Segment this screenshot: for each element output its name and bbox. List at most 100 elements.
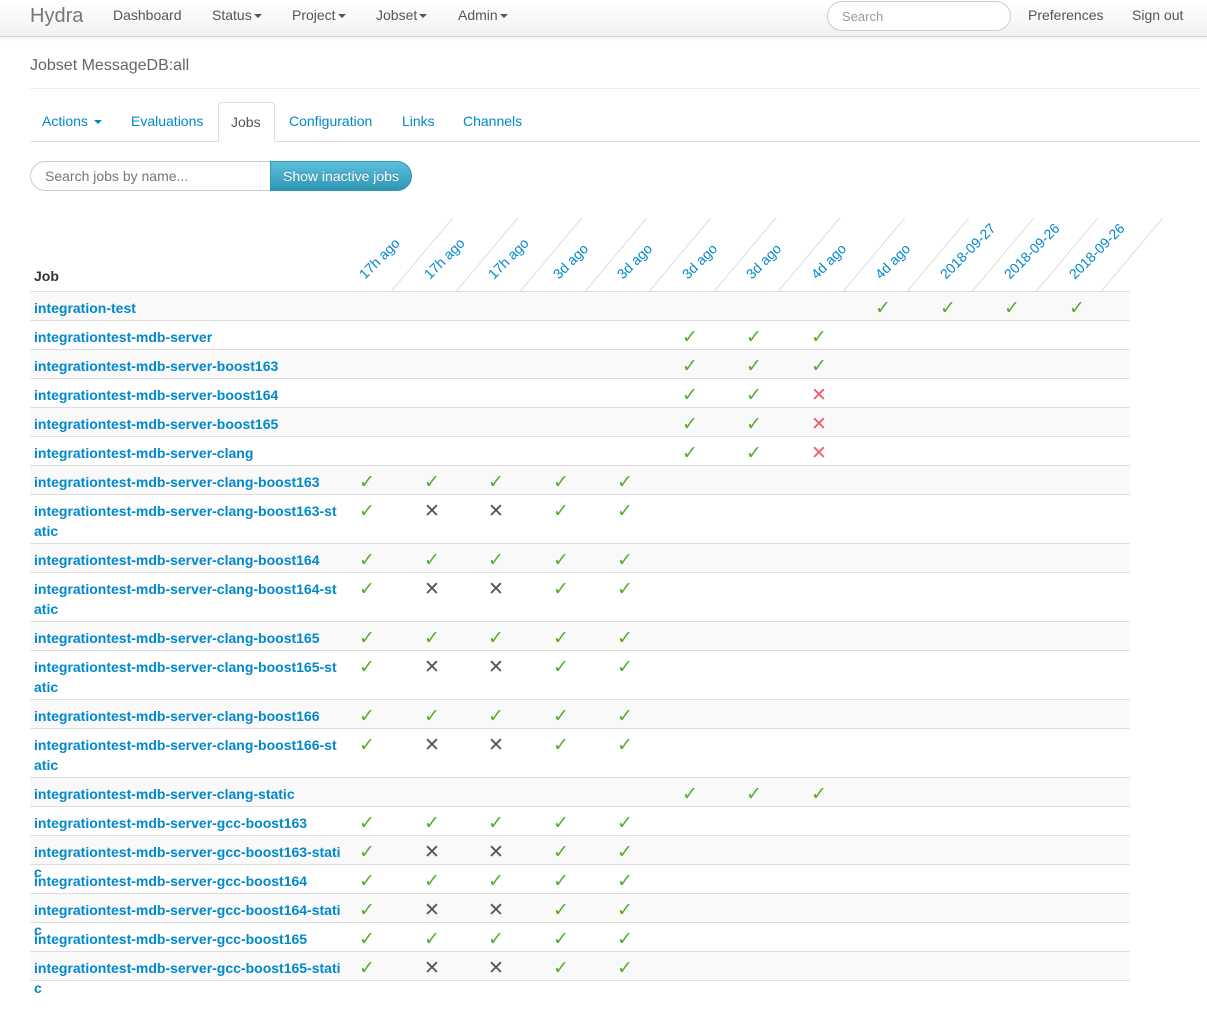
check-icon[interactable]: ✓ xyxy=(355,549,379,571)
nav-admin[interactable]: Admin xyxy=(458,7,508,23)
evaluation-link[interactable]: 17h ago xyxy=(421,235,468,282)
check-icon[interactable]: ✓ xyxy=(420,870,444,892)
show-inactive-jobs-button[interactable]: Show inactive jobs xyxy=(270,161,412,191)
check-icon[interactable]: ✓ xyxy=(613,500,637,522)
signout-link[interactable]: Sign out xyxy=(1132,7,1183,23)
check-icon[interactable]: ✓ xyxy=(678,413,702,435)
job-name-link[interactable]: integrationtest-mdb-server-clang xyxy=(34,443,344,463)
cross-icon[interactable]: ✕ xyxy=(420,899,444,921)
cross-icon[interactable]: ✕ xyxy=(484,578,508,600)
check-icon[interactable]: ✓ xyxy=(549,627,573,649)
job-name-link[interactable]: integration-test xyxy=(34,298,344,318)
evaluation-link[interactable]: 3d ago xyxy=(614,240,656,282)
check-icon[interactable]: ✓ xyxy=(613,870,637,892)
check-icon[interactable]: ✓ xyxy=(355,578,379,600)
check-icon[interactable]: ✓ xyxy=(678,442,702,464)
check-icon[interactable]: ✓ xyxy=(549,734,573,756)
job-name-link[interactable]: integrationtest-mdb-server-clang-boost16… xyxy=(34,706,344,726)
check-icon[interactable]: ✓ xyxy=(355,928,379,950)
check-icon[interactable]: ✓ xyxy=(871,297,895,319)
tab-actions[interactable]: Actions xyxy=(30,102,114,141)
check-icon[interactable]: ✓ xyxy=(355,500,379,522)
cross-icon[interactable]: ✕ xyxy=(420,656,444,678)
check-icon[interactable]: ✓ xyxy=(484,705,508,727)
job-name-link[interactable]: integrationtest-mdb-server-clang-boost16… xyxy=(34,550,344,570)
evaluation-link[interactable]: 17h ago xyxy=(485,235,532,282)
check-icon[interactable]: ✓ xyxy=(613,549,637,571)
check-icon[interactable]: ✓ xyxy=(613,705,637,727)
check-icon[interactable]: ✓ xyxy=(742,442,766,464)
check-icon[interactable]: ✓ xyxy=(549,500,573,522)
check-icon[interactable]: ✓ xyxy=(613,957,637,979)
check-icon[interactable]: ✓ xyxy=(742,326,766,348)
check-icon[interactable]: ✓ xyxy=(678,355,702,377)
cross-icon[interactable]: ✕ xyxy=(420,500,444,522)
check-icon[interactable]: ✓ xyxy=(1065,297,1089,319)
check-icon[interactable]: ✓ xyxy=(613,928,637,950)
check-icon[interactable]: ✓ xyxy=(355,812,379,834)
evaluation-link[interactable]: 4d ago xyxy=(872,240,914,282)
check-icon[interactable]: ✓ xyxy=(1000,297,1024,319)
job-name-link[interactable]: integrationtest-mdb-server-gcc-boost165-… xyxy=(34,958,344,998)
check-icon[interactable]: ✓ xyxy=(549,705,573,727)
evaluation-link[interactable]: 3d ago xyxy=(743,240,785,282)
cross-icon[interactable]: ✕ xyxy=(484,841,508,863)
job-name-link[interactable]: integrationtest-mdb-server-gcc-boost163 xyxy=(34,813,344,833)
check-icon[interactable]: ✓ xyxy=(678,326,702,348)
check-icon[interactable]: ✓ xyxy=(678,783,702,805)
check-icon[interactable]: ✓ xyxy=(613,627,637,649)
check-icon[interactable]: ✓ xyxy=(355,899,379,921)
check-icon[interactable]: ✓ xyxy=(549,578,573,600)
red-cross-icon[interactable]: ✕ xyxy=(807,442,831,464)
red-cross-icon[interactable]: ✕ xyxy=(807,413,831,435)
check-icon[interactable]: ✓ xyxy=(549,870,573,892)
check-icon[interactable]: ✓ xyxy=(355,957,379,979)
check-icon[interactable]: ✓ xyxy=(613,812,637,834)
check-icon[interactable]: ✓ xyxy=(807,326,831,348)
cross-icon[interactable]: ✕ xyxy=(420,578,444,600)
job-name-link[interactable]: integrationtest-mdb-server-boost164 xyxy=(34,385,344,405)
check-icon[interactable]: ✓ xyxy=(807,355,831,377)
check-icon[interactable]: ✓ xyxy=(549,471,573,493)
preferences-link[interactable]: Preferences xyxy=(1028,7,1103,23)
cross-icon[interactable]: ✕ xyxy=(484,734,508,756)
job-name-link[interactable]: integrationtest-mdb-server-clang-boost16… xyxy=(34,657,344,697)
brand-logo[interactable]: Hydra xyxy=(30,5,83,28)
check-icon[interactable]: ✓ xyxy=(484,812,508,834)
job-name-link[interactable]: integrationtest-mdb-server-clang-boost16… xyxy=(34,472,344,492)
tab-links[interactable]: Links xyxy=(390,102,447,141)
evaluation-link[interactable]: 3d ago xyxy=(679,240,721,282)
nav-dashboard[interactable]: Dashboard xyxy=(113,7,182,23)
check-icon[interactable]: ✓ xyxy=(420,928,444,950)
check-icon[interactable]: ✓ xyxy=(613,656,637,678)
job-name-link[interactable]: integrationtest-mdb-server-clang-boost16… xyxy=(34,628,344,648)
evaluation-link[interactable]: 3d ago xyxy=(550,240,592,282)
evaluation-link[interactable]: 2018-09-26 xyxy=(1001,220,1063,282)
tab-jobs[interactable]: Jobs xyxy=(218,102,275,142)
check-icon[interactable]: ✓ xyxy=(420,549,444,571)
check-icon[interactable]: ✓ xyxy=(355,471,379,493)
nav-project[interactable]: Project xyxy=(292,7,346,23)
job-name-link[interactable]: integrationtest-mdb-server-clang-boost16… xyxy=(34,735,344,775)
job-name-link[interactable]: integrationtest-mdb-server-boost165 xyxy=(34,414,344,434)
check-icon[interactable]: ✓ xyxy=(742,384,766,406)
nav-jobset[interactable]: Jobset xyxy=(376,7,428,23)
check-icon[interactable]: ✓ xyxy=(420,627,444,649)
check-icon[interactable]: ✓ xyxy=(613,578,637,600)
check-icon[interactable]: ✓ xyxy=(355,627,379,649)
cross-icon[interactable]: ✕ xyxy=(484,656,508,678)
check-icon[interactable]: ✓ xyxy=(484,471,508,493)
check-icon[interactable]: ✓ xyxy=(549,549,573,571)
job-name-link[interactable]: integrationtest-mdb-server-gcc-boost165 xyxy=(34,929,344,949)
check-icon[interactable]: ✓ xyxy=(420,471,444,493)
nav-status[interactable]: Status xyxy=(212,7,262,23)
evaluation-link[interactable]: 17h ago xyxy=(356,235,403,282)
check-icon[interactable]: ✓ xyxy=(484,928,508,950)
cross-icon[interactable]: ✕ xyxy=(420,734,444,756)
check-icon[interactable]: ✓ xyxy=(742,783,766,805)
check-icon[interactable]: ✓ xyxy=(355,705,379,727)
cross-icon[interactable]: ✕ xyxy=(420,957,444,979)
job-name-link[interactable]: integrationtest-mdb-server-clang-boost16… xyxy=(34,579,344,619)
job-filter-input[interactable] xyxy=(30,161,271,191)
evaluation-link[interactable]: 4d ago xyxy=(808,240,850,282)
